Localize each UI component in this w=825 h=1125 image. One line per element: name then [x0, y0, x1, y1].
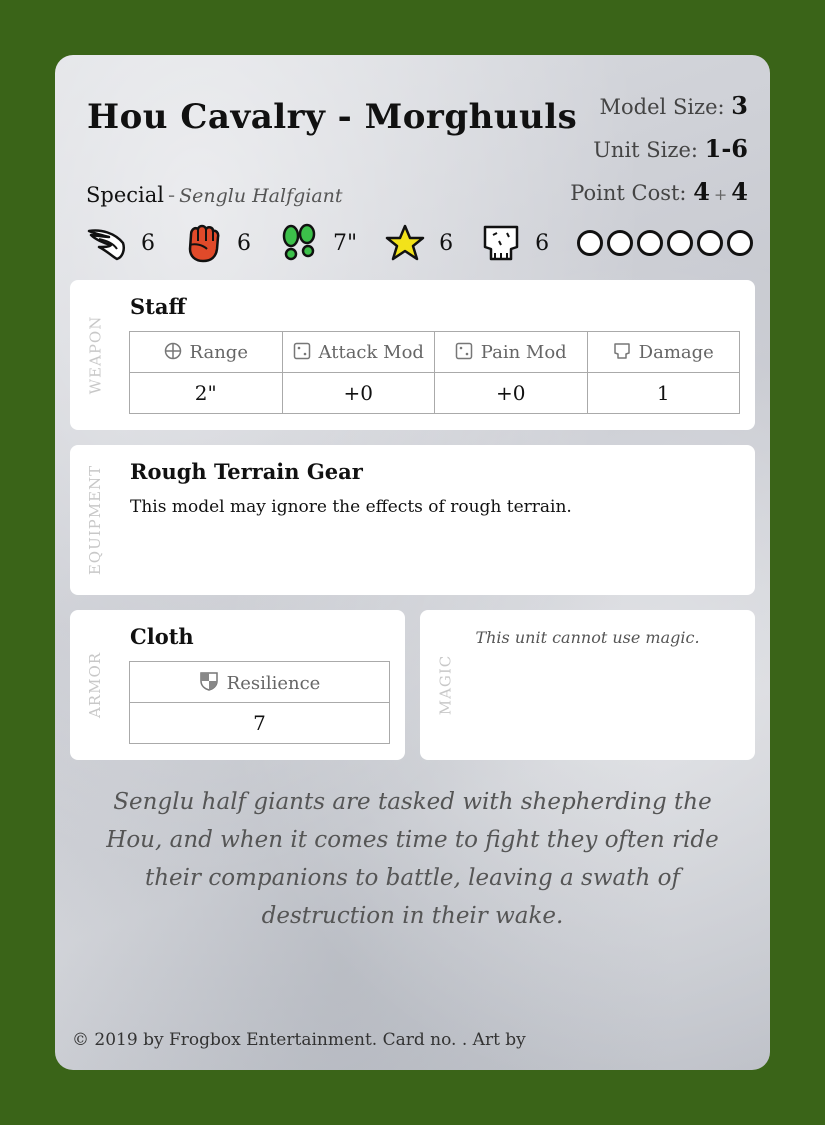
- attribute-toughness: 6: [479, 221, 549, 265]
- equipment-name: Rough Terrain Gear: [130, 459, 363, 484]
- star-icon: [385, 224, 425, 261]
- armor-side-label: ARMOR: [80, 610, 110, 760]
- strength-value: 6: [237, 230, 251, 256]
- equipment-panel: EQUIPMENT Rough Terrain Gear This model …: [70, 445, 755, 595]
- die-icon: [455, 342, 473, 359]
- wound-tracker: [577, 230, 754, 256]
- attack-mod-header: Attack Mod: [281, 331, 435, 373]
- point-cost-row: Point Cost: 4 +4: [570, 171, 748, 216]
- range-header-label: Range: [189, 341, 248, 363]
- unit-card: Hou Cavalry - Morghuuls Model Size: 3 Un…: [55, 55, 770, 1070]
- point-cost-plus: +: [713, 185, 728, 204]
- wing-icon: [87, 229, 125, 261]
- special-label: Special: [86, 183, 164, 207]
- crosshair-icon: [164, 342, 181, 359]
- pain-mod-value: +0: [434, 372, 588, 414]
- resilience-header: Resilience: [129, 661, 390, 703]
- equipment-description: This model may ignore the effects of rou…: [130, 497, 572, 517]
- attribute-move: 7": [277, 221, 357, 265]
- armor-name: Cloth: [130, 624, 194, 649]
- wound-circle[interactable]: [637, 230, 664, 256]
- footprints-icon: [282, 223, 316, 261]
- wound-circle[interactable]: [577, 230, 604, 256]
- wound-circle[interactable]: [607, 230, 634, 256]
- weapon-name: Staff: [130, 294, 186, 319]
- magic-panel: MAGIC This unit cannot use magic.: [420, 610, 755, 760]
- unit-size-row: Unit Size: 1-6: [570, 128, 748, 171]
- weapon-side-label: WEAPON: [80, 280, 110, 430]
- equipment-side-label-text: EQUIPMENT: [86, 464, 105, 576]
- range-value: 2": [129, 372, 283, 414]
- armor-side-label-text: ARMOR: [86, 651, 105, 719]
- shield-icon: [199, 671, 218, 691]
- point-cost-base: 4: [693, 177, 710, 206]
- weapon-panel: WEAPON Staff Range Attack Mod Pain Mod D…: [70, 280, 755, 430]
- speed-value: 6: [141, 230, 155, 256]
- range-header: Range: [129, 331, 283, 373]
- model-size-label: Model Size:: [599, 95, 725, 119]
- attribute-speed: 6: [85, 221, 155, 265]
- magic-description: This unit cannot use magic.: [475, 628, 700, 647]
- attribute-skill: 6: [383, 221, 453, 265]
- special-line: Special - Senglu Halfgiant: [86, 183, 343, 207]
- unit-stats: Model Size: 3 Unit Size: 1-6 Point Cost:…: [570, 85, 748, 216]
- armor-panel: ARMOR Cloth Resilience 7: [70, 610, 405, 760]
- wound-circle[interactable]: [727, 230, 754, 256]
- attack-mod-value: +0: [281, 372, 435, 414]
- flavor-text: Senglu half giants are tasked with sheph…: [106, 789, 719, 929]
- armor-header-row: Resilience: [129, 661, 390, 703]
- weapon-stats-table: Range Attack Mod Pain Mod Damage 2" +0 +…: [129, 331, 740, 414]
- damage-value: 1: [586, 372, 740, 414]
- weapon-stats-header-row: Range Attack Mod Pain Mod Damage: [129, 331, 740, 373]
- move-value: 7": [333, 230, 358, 256]
- copyright-footer: © 2019 by Frogbox Entertainment. Card no…: [72, 1030, 526, 1050]
- wound-circle[interactable]: [697, 230, 724, 256]
- model-size-value: 3: [731, 91, 748, 120]
- toughness-value: 6: [535, 230, 550, 256]
- unit-size-value: 1-6: [704, 134, 748, 163]
- model-size-row: Model Size: 3: [570, 85, 748, 128]
- attack-mod-header-label: Attack Mod: [318, 341, 424, 363]
- attribute-row: 6 6 7" 6 6: [85, 220, 754, 266]
- fist-icon: [188, 224, 220, 263]
- equipment-side-label: EQUIPMENT: [80, 445, 110, 595]
- special-dash: -: [167, 183, 176, 207]
- pain-mod-header-label: Pain Mod: [480, 341, 567, 363]
- armor-stats-table: Resilience 7: [129, 661, 390, 744]
- damage-header-label: Damage: [638, 341, 714, 363]
- card-title: Hou Cavalry - Morghuuls: [87, 97, 578, 137]
- skull-small-icon: [613, 342, 630, 359]
- point-cost-extra: 4: [731, 177, 748, 206]
- magic-side-label-text: MAGIC: [436, 654, 455, 716]
- resilience-header-label: Resilience: [226, 672, 321, 694]
- weapon-side-label-text: WEAPON: [86, 315, 104, 395]
- point-cost-label: Point Cost:: [570, 181, 687, 205]
- unit-size-label: Unit Size:: [593, 138, 698, 162]
- weapon-stats-value-row: 2" +0 +0 1: [129, 372, 740, 414]
- die-icon: [293, 342, 310, 359]
- armor-value-row: 7: [129, 702, 390, 744]
- skull-icon: [483, 225, 519, 261]
- attribute-strength: 6: [181, 221, 251, 265]
- wound-circle[interactable]: [667, 230, 694, 256]
- skill-value: 6: [439, 230, 454, 256]
- pain-mod-header: Pain Mod: [434, 331, 588, 373]
- special-value: Senglu Halfgiant: [179, 185, 343, 207]
- resilience-value: 7: [129, 702, 390, 744]
- damage-header: Damage: [586, 331, 740, 373]
